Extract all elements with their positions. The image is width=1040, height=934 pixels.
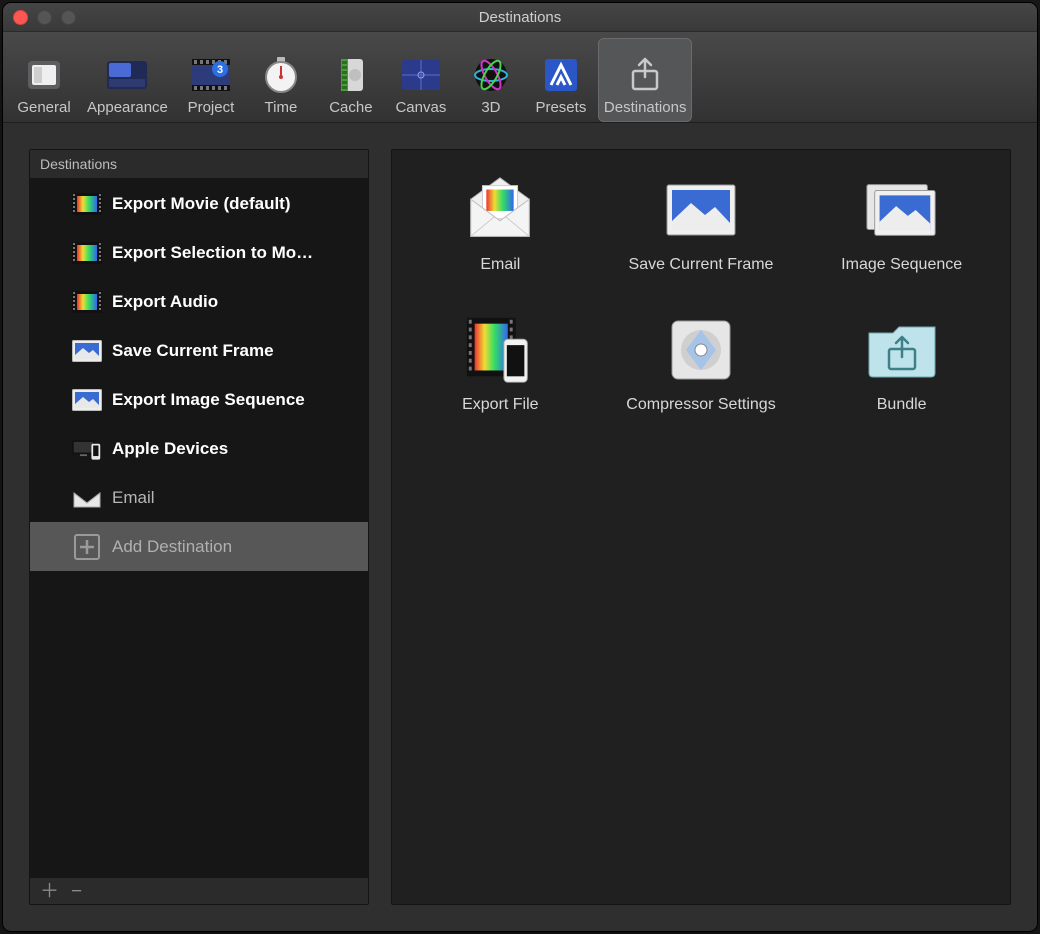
photo-icon bbox=[72, 340, 102, 362]
preferences-window: Destinations General Appearance 3 Projec… bbox=[3, 3, 1037, 931]
toolbar-label: Project bbox=[188, 99, 235, 116]
destination-grid: Email Save Current Frame Image Sequence bbox=[410, 174, 992, 414]
grid-item-compressor-settings[interactable]: Compressor Settings bbox=[611, 314, 792, 414]
destinations-sidebar: Destinations Export Movie (default) Expo… bbox=[29, 149, 369, 905]
preferences-toolbar: General Appearance 3 Project Time Cache bbox=[3, 32, 1037, 123]
plus-box-icon bbox=[72, 536, 102, 558]
canvas-icon bbox=[398, 53, 444, 97]
sidebar-item-export-selection[interactable]: Export Selection to Mo… bbox=[30, 228, 368, 277]
grid-item-label: Image Sequence bbox=[841, 256, 962, 274]
toolbar-label: Canvas bbox=[395, 99, 446, 116]
toolbar-tab-cache[interactable]: Cache bbox=[318, 38, 384, 122]
grid-item-save-frame[interactable]: Save Current Frame bbox=[611, 174, 792, 274]
content-area: Destinations Export Movie (default) Expo… bbox=[3, 123, 1037, 931]
folder-share-icon bbox=[863, 314, 941, 386]
toolbar-label: Time bbox=[265, 99, 298, 116]
sidebar-item-label: Apple Devices bbox=[112, 439, 228, 459]
toolbar-tab-destinations[interactable]: Destinations bbox=[598, 38, 693, 122]
globe-3d-icon bbox=[468, 53, 514, 97]
minimize-window-button[interactable] bbox=[37, 10, 52, 25]
grid-item-label: Compressor Settings bbox=[626, 396, 775, 414]
destination-grid-panel: Email Save Current Frame Image Sequence bbox=[391, 149, 1011, 905]
sidebar-item-image-sequence[interactable]: Export Image Sequence bbox=[30, 375, 368, 424]
filmstrip-icon bbox=[72, 291, 102, 313]
project-icon: 3 bbox=[188, 53, 234, 97]
sidebar-item-add-destination[interactable]: Add Destination bbox=[30, 522, 368, 571]
toolbar-label: Appearance bbox=[87, 99, 168, 116]
toolbar-tab-appearance[interactable]: Appearance bbox=[81, 38, 174, 122]
sidebar-list: Export Movie (default) Export Selection … bbox=[30, 179, 368, 877]
grid-item-export-file[interactable]: Export File bbox=[410, 314, 591, 414]
presets-icon bbox=[538, 53, 584, 97]
sidebar-item-label: Export Image Sequence bbox=[112, 390, 305, 410]
sidebar-item-email[interactable]: Email bbox=[30, 473, 368, 522]
toolbar-tab-3d[interactable]: 3D bbox=[458, 38, 524, 122]
sidebar-item-label: Add Destination bbox=[112, 537, 232, 557]
toolbar-tab-general[interactable]: General bbox=[11, 38, 77, 122]
sidebar-item-export-audio[interactable]: Export Audio bbox=[30, 277, 368, 326]
toolbar-tab-canvas[interactable]: Canvas bbox=[388, 38, 454, 122]
toolbar-label: General bbox=[17, 99, 70, 116]
zoom-window-button[interactable] bbox=[61, 10, 76, 25]
sidebar-item-label: Export Movie (default) bbox=[112, 194, 291, 214]
toolbar-tab-project[interactable]: 3 Project bbox=[178, 38, 244, 122]
photo-icon bbox=[662, 174, 740, 246]
envelope-open-icon bbox=[461, 174, 539, 246]
svg-text:3: 3 bbox=[217, 64, 223, 76]
toolbar-label: Cache bbox=[329, 99, 372, 116]
sidebar-item-label: Export Audio bbox=[112, 292, 218, 312]
sidebar-item-label: Email bbox=[112, 488, 155, 508]
devices-icon bbox=[72, 438, 102, 460]
filmstrip-phone-icon bbox=[461, 314, 539, 386]
cache-icon bbox=[328, 53, 374, 97]
toolbar-tab-presets[interactable]: Presets bbox=[528, 38, 594, 122]
grid-item-image-sequence[interactable]: Image Sequence bbox=[811, 174, 992, 274]
remove-button[interactable]: − bbox=[71, 882, 82, 901]
photo-stack-icon bbox=[863, 174, 941, 246]
sidebar-item-apple-devices[interactable]: Apple Devices bbox=[30, 424, 368, 473]
add-button[interactable]: ＋ bbox=[40, 882, 59, 901]
appearance-icon bbox=[104, 53, 150, 97]
close-window-button[interactable] bbox=[13, 10, 28, 25]
sidebar-footer: ＋ − bbox=[30, 877, 368, 904]
sidebar-item-label: Save Current Frame bbox=[112, 341, 274, 361]
compressor-icon bbox=[662, 314, 740, 386]
sidebar-item-save-frame[interactable]: Save Current Frame bbox=[30, 326, 368, 375]
sidebar-header: Destinations bbox=[30, 150, 368, 179]
filmstrip-icon bbox=[72, 193, 102, 215]
photo-icon bbox=[72, 389, 102, 411]
grid-item-bundle[interactable]: Bundle bbox=[811, 314, 992, 414]
sidebar-item-label: Export Selection to Mo… bbox=[112, 243, 313, 263]
grid-item-email[interactable]: Email bbox=[410, 174, 591, 274]
grid-item-label: Email bbox=[480, 256, 520, 274]
stopwatch-icon bbox=[258, 53, 304, 97]
envelope-icon bbox=[72, 487, 102, 509]
traffic-lights bbox=[13, 10, 76, 25]
toolbar-label: 3D bbox=[481, 99, 500, 116]
sidebar-item-export-movie[interactable]: Export Movie (default) bbox=[30, 179, 368, 228]
toolbar-tab-time[interactable]: Time bbox=[248, 38, 314, 122]
grid-item-label: Save Current Frame bbox=[629, 256, 774, 274]
switch-icon bbox=[21, 53, 67, 97]
window-title: Destinations bbox=[479, 9, 562, 26]
share-icon bbox=[622, 53, 668, 97]
titlebar: Destinations bbox=[3, 3, 1037, 32]
grid-item-label: Export File bbox=[462, 396, 538, 414]
toolbar-label: Presets bbox=[535, 99, 586, 116]
toolbar-label: Destinations bbox=[604, 99, 687, 116]
filmstrip-icon bbox=[72, 242, 102, 264]
grid-item-label: Bundle bbox=[877, 396, 927, 414]
